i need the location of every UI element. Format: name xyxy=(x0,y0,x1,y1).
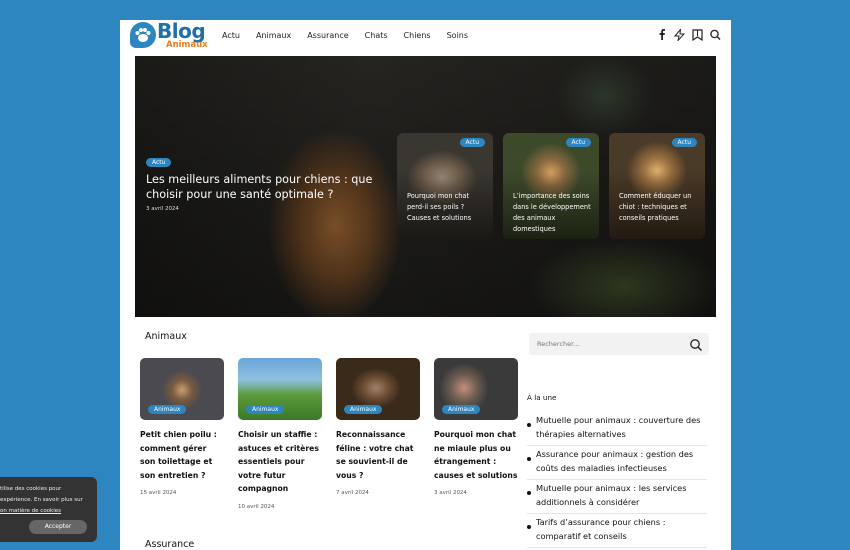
search-input[interactable] xyxy=(529,333,679,355)
hero-mini-card[interactable]: Actu L’importance des soins dans le déve… xyxy=(503,133,599,239)
search-icon[interactable] xyxy=(689,337,703,351)
list-item[interactable]: Assurance pour animaux : gestion des coû… xyxy=(527,446,707,480)
nav-item-animaux[interactable]: Animaux xyxy=(256,31,291,40)
nav-item-soins[interactable]: Soins xyxy=(447,31,468,40)
hero-featured[interactable]: Actu Les meilleurs aliments pour chiens … xyxy=(135,56,716,317)
article-thumbnail[interactable]: Animaux xyxy=(238,358,322,420)
nav-item-chiens[interactable]: Chiens xyxy=(404,31,431,40)
article-date: 10 avril 2024 xyxy=(238,503,275,510)
article-category-badge[interactable]: Animaux xyxy=(148,405,187,414)
search-icon[interactable] xyxy=(710,29,721,41)
list-item-title[interactable]: Tarifs d’assurance pour chiens : compara… xyxy=(536,514,707,543)
list-item-title[interactable]: Mutuelle pour animaux : couverture des t… xyxy=(536,412,707,441)
nav-item-assurance[interactable]: Assurance xyxy=(307,31,348,40)
hero-mini-card[interactable]: Actu Comment éduquer un chiot : techniqu… xyxy=(609,133,705,239)
mini-card-title[interactable]: L’importance des soins dans le développe… xyxy=(513,191,593,235)
site-header: Blog Animaux Actu Animaux Assurance Chat… xyxy=(120,20,731,54)
paw-icon xyxy=(130,22,156,48)
cookie-policy-link[interactable]: on matière de cookies xyxy=(0,506,92,517)
mini-card-title[interactable]: Pourquoi mon chat perd-il ses poils ? Ca… xyxy=(407,191,487,224)
cookie-text: tilise des cookies pour expérience. En s… xyxy=(0,484,92,517)
article-category-badge[interactable]: Animaux xyxy=(442,405,481,414)
cookie-banner: tilise des cookies pour expérience. En s… xyxy=(0,477,97,542)
sidebar-search xyxy=(529,333,709,355)
article-card[interactable]: Animaux Choisir un staffie : astuces et … xyxy=(238,358,322,510)
bolt-icon[interactable] xyxy=(673,27,686,43)
accept-cookies-button[interactable]: Accepter xyxy=(29,520,87,534)
article-date: 3 avril 2024 xyxy=(434,490,467,496)
main-nav: Actu Animaux Assurance Chats Chiens Soin… xyxy=(222,31,484,40)
list-item[interactable]: Mutuelle pour animaux : les services add… xyxy=(527,480,707,514)
article-title[interactable]: Petit chien poilu : comment gérer son to… xyxy=(140,428,224,482)
logo-subtitle: Animaux xyxy=(166,40,208,50)
article-title[interactable]: Pourquoi mon chat ne miaule plus ou étra… xyxy=(434,428,518,482)
article-thumbnail[interactable]: Animaux xyxy=(336,358,420,420)
cookie-line: expérience. En savoir plus sur xyxy=(0,497,83,503)
list-item-title[interactable]: Mutuelle pour animaux : les services add… xyxy=(536,480,707,509)
nav-item-chats[interactable]: Chats xyxy=(365,31,388,40)
article-date: 15 avril 2024 xyxy=(140,490,177,496)
sidebar-heading: À la une xyxy=(527,393,557,402)
article-card[interactable]: Animaux Reconnaissance féline : votre ch… xyxy=(336,358,420,496)
article-category-badge[interactable]: Animaux xyxy=(344,405,383,414)
article-title[interactable]: Reconnaissance féline : votre chat se so… xyxy=(336,428,420,482)
section-title-assurance[interactable]: Assurance xyxy=(145,539,194,550)
mini-category-badge[interactable]: Actu xyxy=(459,138,485,147)
hero-category-badge[interactable]: Actu xyxy=(146,158,172,167)
article-thumbnail[interactable]: Animaux xyxy=(434,358,518,420)
page-container: Blog Animaux Actu Animaux Assurance Chat… xyxy=(120,20,731,550)
article-card[interactable]: Animaux Pourquoi mon chat ne miaule plus… xyxy=(434,358,518,496)
hero-date: 3 avril 2024 xyxy=(146,206,179,212)
une-list: Mutuelle pour animaux : couverture des t… xyxy=(527,412,707,548)
list-item-title[interactable]: Assurance pour animaux : gestion des coû… xyxy=(536,446,707,475)
mini-category-badge[interactable]: Actu xyxy=(671,138,697,147)
facebook-icon[interactable] xyxy=(656,29,667,41)
nav-item-actu[interactable]: Actu xyxy=(222,31,240,40)
hero-mini-card[interactable]: Actu Pourquoi mon chat perd-il ses poils… xyxy=(397,133,493,239)
article-title[interactable]: Choisir un staffie : astuces et critères… xyxy=(238,428,322,496)
site-logo[interactable]: Blog Animaux xyxy=(130,20,208,52)
mini-card-title[interactable]: Comment éduquer un chiot : techniques et… xyxy=(619,191,699,224)
mini-category-badge[interactable]: Actu xyxy=(565,138,591,147)
list-item[interactable]: Mutuelle pour animaux : couverture des t… xyxy=(527,412,707,446)
cookie-line: tilise des cookies pour xyxy=(0,486,62,492)
bookmark-icon[interactable] xyxy=(692,29,703,42)
list-item[interactable]: Tarifs d’assurance pour chiens : compara… xyxy=(527,514,707,548)
article-category-badge[interactable]: Animaux xyxy=(246,405,285,414)
header-tools xyxy=(656,27,721,43)
hero-title[interactable]: Les meilleurs aliments pour chiens : que… xyxy=(146,172,376,202)
section-title-animaux[interactable]: Animaux xyxy=(145,331,187,342)
article-date: 7 avril 2024 xyxy=(336,490,369,496)
article-thumbnail[interactable]: Animaux xyxy=(140,358,224,420)
article-card[interactable]: Animaux Petit chien poilu : comment gére… xyxy=(140,358,224,496)
